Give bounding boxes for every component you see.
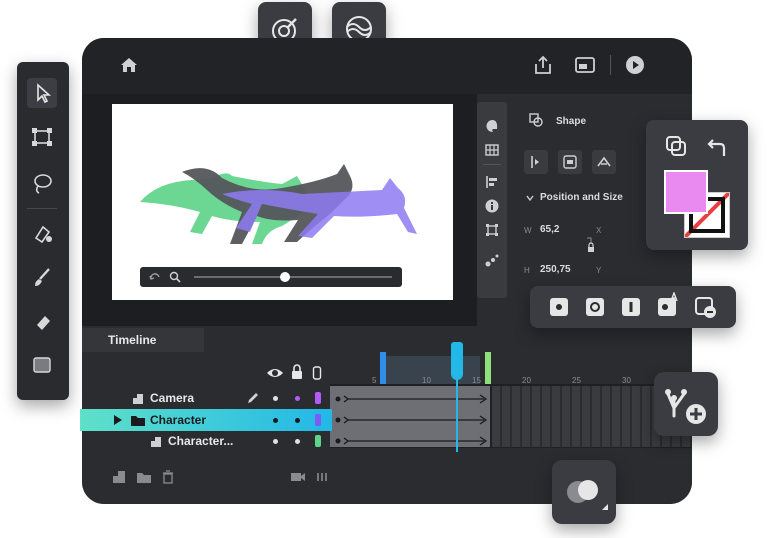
mask-icon[interactable] (552, 460, 616, 524)
transform-icon[interactable] (27, 122, 57, 152)
scrubber-track[interactable] (194, 276, 392, 278)
visibility-dot[interactable] (273, 439, 278, 444)
layer-icon (132, 393, 144, 405)
circle-option-icon[interactable] (548, 296, 570, 318)
lock-dot[interactable] (295, 439, 300, 444)
camera-icon[interactable] (290, 471, 306, 483)
folder-icon (130, 413, 146, 427)
home-icon[interactable] (118, 54, 140, 76)
rectangle-tool-icon[interactable] (27, 350, 57, 380)
strip-divider (483, 164, 501, 165)
shape-icon (528, 112, 544, 128)
timeline-title: Timeline (108, 333, 157, 347)
w-value[interactable]: 65,2 (540, 224, 559, 235)
keyframe-track-lines (332, 388, 492, 452)
onion-skin-icon[interactable] (168, 270, 182, 284)
window-layout-icon[interactable] (574, 54, 596, 76)
lock-dot[interactable] (295, 418, 300, 423)
ring-option-icon[interactable] (584, 296, 606, 318)
brush-icon[interactable] (27, 262, 57, 292)
visibility-dot[interactable] (273, 396, 278, 401)
lock-icon[interactable] (290, 364, 304, 380)
timeline-tab[interactable]: Timeline (82, 328, 204, 352)
layer-row-camera[interactable]: Camera (82, 388, 332, 409)
trash-icon[interactable] (162, 470, 174, 484)
bounding-box-icon[interactable] (484, 222, 500, 238)
layer-name: Character... (168, 434, 234, 448)
info-icon[interactable] (484, 198, 500, 214)
scrubber-handle[interactable] (280, 272, 290, 282)
add-layer-icon[interactable] (112, 470, 126, 484)
timeline-header-bar (204, 328, 692, 352)
swap-arrow-icon[interactable] (704, 136, 728, 160)
eraser-icon[interactable] (27, 306, 57, 336)
y-label: Y (596, 266, 602, 275)
play-icon[interactable] (624, 54, 646, 76)
add-bone-icon[interactable] (654, 372, 718, 436)
h-value[interactable]: 250,75 (540, 264, 571, 275)
playback-scrubber (140, 267, 402, 287)
add-folder-icon[interactable] (136, 470, 152, 484)
w-label: W (524, 226, 532, 235)
properties-tab-strip (477, 102, 507, 298)
playhead-line (456, 366, 458, 452)
position-size-label: Position and Size (540, 192, 623, 203)
object-options-bar (530, 286, 736, 328)
select-arrow-icon[interactable] (27, 78, 57, 108)
top-bar (82, 38, 692, 94)
layers-overlap-icon[interactable] (664, 134, 688, 158)
layer-icon (150, 436, 162, 448)
x-label: X (596, 226, 602, 235)
fill-color-swatch[interactable] (664, 170, 708, 214)
layer-name: Camera (150, 391, 195, 405)
distribute-icon[interactable] (558, 150, 582, 174)
paint-bucket-icon[interactable] (27, 218, 57, 248)
visibility-dot[interactable] (273, 418, 278, 423)
layer-row-character-sub[interactable]: Character... (82, 431, 332, 452)
layer-row-character[interactable]: Character (82, 409, 332, 431)
lock-dot[interactable] (295, 396, 300, 401)
lasso-icon[interactable] (27, 168, 57, 198)
layer-name: Character (150, 413, 207, 427)
loop-icon[interactable] (148, 270, 162, 284)
expand-triangle-icon[interactable] (112, 414, 124, 426)
left-toolbar (17, 62, 69, 400)
pencil-icon[interactable] (246, 391, 260, 405)
chevron-down-icon[interactable] (526, 194, 534, 202)
range-start-marker[interactable] (380, 352, 386, 386)
bar-option-icon[interactable] (620, 296, 642, 318)
palette-icon[interactable] (484, 118, 500, 134)
particles-icon[interactable] (484, 252, 500, 268)
topbar-divider (610, 55, 611, 75)
layer-color-tag[interactable] (315, 414, 321, 426)
h-label: H (524, 266, 530, 275)
toolbar-divider (27, 208, 57, 209)
align-horizontal-icon[interactable] (524, 150, 548, 174)
fill-stroke-panel (646, 120, 748, 250)
range-end-marker[interactable] (485, 352, 491, 386)
layer-color-tag[interactable] (315, 392, 321, 404)
visibility-eye-icon[interactable] (266, 366, 284, 380)
remove-option-icon[interactable] (694, 296, 718, 320)
frame-ruler: 5 10 15 20 25 30 (330, 342, 692, 386)
character-rig-icon[interactable] (592, 150, 616, 174)
layer-color-icon[interactable] (312, 366, 322, 380)
link-proportions-icon[interactable] (584, 236, 598, 258)
export-icon[interactable] (532, 54, 554, 76)
layer-color-tag[interactable] (315, 435, 321, 447)
text-option-icon[interactable] (656, 292, 680, 318)
frames-icon[interactable] (316, 471, 328, 483)
grid-icon[interactable] (484, 142, 500, 158)
align-icon[interactable] (484, 174, 500, 190)
shape-label: Shape (556, 116, 587, 127)
